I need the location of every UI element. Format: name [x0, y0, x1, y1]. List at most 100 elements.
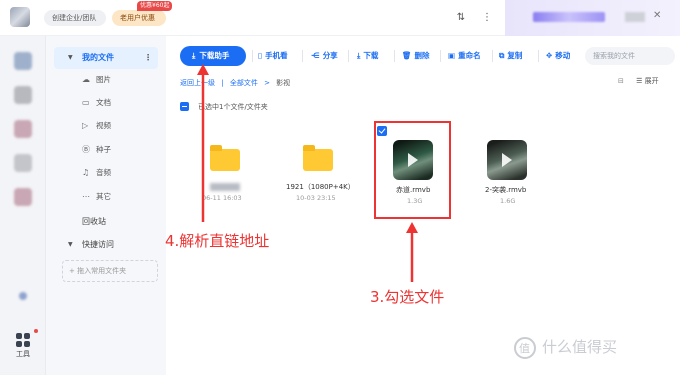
delete-button[interactable]: 🗑 删除: [402, 46, 430, 66]
annotation-arrow-up: [197, 64, 209, 222]
sidebar-item-label: 音频: [96, 168, 111, 177]
grid-view-icon[interactable]: ⊟: [618, 77, 624, 85]
breadcrumb-current: 影视: [276, 79, 291, 87]
rename-button[interactable]: ▣ 重命名: [448, 46, 481, 66]
rail-item-5[interactable]: [14, 188, 32, 206]
sidebar-item-seeds[interactable]: Ⓑ 种子: [82, 140, 111, 160]
breadcrumb-separator: |: [221, 79, 224, 87]
folder-icon: [210, 145, 240, 171]
breadcrumb-separator: >: [264, 79, 270, 87]
download-icon: ⤓: [192, 51, 196, 60]
download-helper-label: 下载助手: [199, 51, 230, 60]
annotation-step3: 3.勾选文件: [370, 288, 445, 306]
file-name: 2-突袭.rmvb: [485, 186, 527, 194]
file-meta: 10-03 23:15: [296, 194, 336, 202]
sidebar-item-quick-access[interactable]: ▼ 快捷访问: [54, 234, 158, 256]
image-icon: ☁: [82, 75, 90, 84]
other-icon: ⋯: [82, 192, 90, 201]
promo-badge: 优惠¥60起: [137, 1, 173, 11]
share-label: 分享: [322, 51, 338, 60]
blurred-filename: [210, 183, 240, 191]
share-button[interactable]: ⋲ 分享: [311, 46, 338, 66]
sidebar-item-label: 种子: [96, 145, 111, 154]
video-thumbnail: [487, 140, 527, 180]
copy-label: 复制: [507, 51, 523, 60]
list-view-icon[interactable]: ☰: [636, 77, 642, 85]
expand-button[interactable]: 展开: [645, 77, 659, 85]
divider: [492, 50, 493, 62]
rail-item-6[interactable]: [19, 292, 27, 300]
download-helper-button[interactable]: ⤓ 下载助手: [180, 46, 246, 66]
sidebar-item-label: 视频: [96, 121, 111, 130]
rail-item-3[interactable]: [14, 120, 32, 138]
play-icon: [502, 153, 512, 167]
divider: [252, 50, 253, 62]
divider: [394, 50, 395, 62]
delete-label: 删除: [414, 51, 430, 60]
more-vertical-icon[interactable]: ⋮: [478, 9, 496, 27]
create-team-button[interactable]: 创建企业/团队: [44, 10, 106, 26]
breadcrumb-all-files[interactable]: 全部文件: [230, 79, 258, 87]
file-name: 1921（1080P+4K）: [286, 183, 355, 191]
watermark-logo-icon: [514, 337, 536, 359]
move-button[interactable]: ✥ 移动: [546, 46, 570, 66]
app-rail: 工具: [0, 36, 46, 375]
rail-item-4[interactable]: [14, 154, 32, 172]
audio-icon: ♫: [82, 168, 90, 177]
caret-down-icon[interactable]: ▼: [68, 47, 73, 69]
select-all-checkbox[interactable]: [180, 102, 189, 111]
move-icon: ✥: [546, 51, 553, 60]
download-label: 下载: [363, 51, 379, 60]
divider: [440, 50, 441, 62]
sidebar-item-label: 回收站: [82, 217, 106, 226]
avatar[interactable]: [10, 7, 30, 27]
divider: [348, 50, 349, 62]
trash-icon: 🗑: [402, 51, 412, 60]
phone-icon: ▯: [258, 51, 263, 60]
sidebar-item-label: 我的文件: [82, 53, 114, 62]
share-icon: ⋲: [311, 51, 320, 60]
notification-dot: [34, 329, 38, 333]
file-meta: 1.6G: [500, 197, 516, 205]
rename-icon: ▣: [448, 51, 456, 60]
sidebar-item-docs[interactable]: ▭ 文档: [82, 93, 111, 113]
sidebar-item-other[interactable]: ⋯ 其它: [82, 187, 111, 207]
sidebar: ▼ 我的文件 ⋮ ☁ 图片 ▭ 文档 ▷ 视频 Ⓑ 种子 ♫ 音频 ⋯ 其它 回收站 ▼ 快…: [54, 44, 164, 375]
divider: [538, 50, 539, 62]
annotation-arrow-up: [406, 222, 418, 282]
watermark: 什么值得买: [542, 338, 618, 356]
caret-down-icon[interactable]: ▼: [68, 234, 73, 256]
rail-item-2[interactable]: [14, 86, 32, 104]
add-favorite-folder[interactable]: + 拖入常用文件夹: [62, 260, 158, 282]
sidebar-item-label: 其它: [96, 192, 111, 201]
doc-icon: ▭: [82, 98, 90, 107]
sidebar-item-videos[interactable]: ▷ 视频: [82, 116, 111, 136]
close-icon[interactable]: ✕: [653, 10, 661, 21]
blurred-tab-extra: [625, 12, 645, 22]
seed-icon: Ⓑ: [82, 145, 90, 154]
phone-button[interactable]: ▯ 手机看: [258, 46, 288, 66]
annotation-step4: 4.解析直链地址: [165, 232, 270, 250]
sort-icon[interactable]: ⇅: [452, 9, 470, 27]
more-vertical-icon[interactable]: ⋮: [144, 47, 152, 69]
folder-icon: [303, 145, 333, 171]
phone-label: 手机看: [265, 51, 288, 60]
blurred-tab-title: [533, 12, 605, 22]
sidebar-item-label: 文档: [96, 98, 111, 107]
vip-offer-button[interactable]: 老用户优惠: [112, 10, 166, 26]
copy-button[interactable]: ⧉ 复制: [499, 46, 522, 66]
toolbar: ⤓ 下载助手 ▯ 手机看 ⋲ 分享 ⤓ 下载 🗑 删除 ▣ 重命名 ⧉ 复制 ✥ 移动 搜索我的…: [166, 46, 680, 66]
rename-label: 重命名: [458, 51, 481, 60]
sidebar-item-audio[interactable]: ♫ 音频: [82, 163, 111, 183]
tools-icon[interactable]: [16, 333, 30, 347]
sidebar-item-images[interactable]: ☁ 图片: [82, 70, 111, 90]
download-button[interactable]: ⤓ 下载: [357, 46, 378, 66]
selection-highlight-box: [374, 121, 451, 219]
top-bar: 创建企业/团队 老用户优惠 优惠¥60起 ⇅ ⋮ ✕: [0, 0, 680, 36]
rail-item-cloud[interactable]: [14, 52, 32, 70]
tools-label: 工具: [16, 350, 30, 358]
search-input[interactable]: 搜索我的文件: [585, 47, 675, 65]
sidebar-item-recycle[interactable]: 回收站: [54, 211, 158, 233]
download-icon: ⤓: [357, 51, 361, 60]
sidebar-item-my-files[interactable]: ▼ 我的文件 ⋮: [54, 47, 158, 69]
